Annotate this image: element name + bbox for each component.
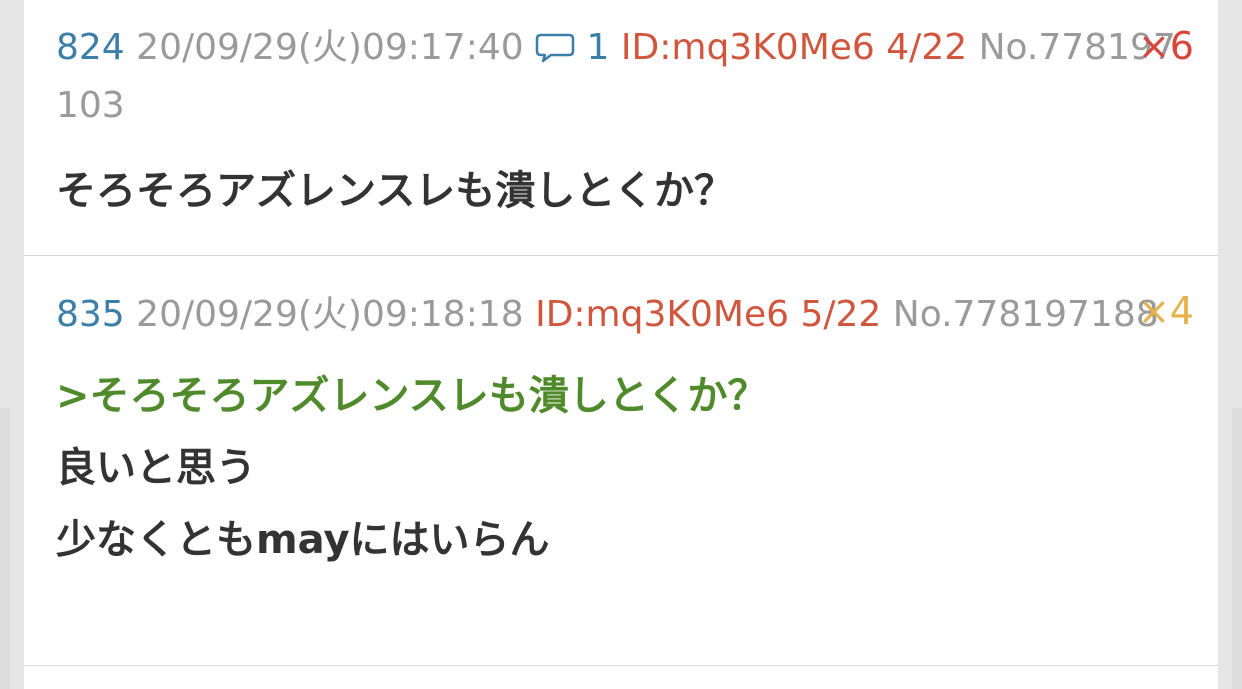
- post-datetime: 20/09/29(火)09:18:18: [136, 294, 524, 335]
- poster-id[interactable]: ID:mq3K0Me6: [621, 27, 875, 68]
- reply-count-link[interactable]: 1: [535, 27, 609, 68]
- post-datetime: 20/09/29(火)09:17:40: [136, 27, 524, 68]
- speech-bubble-icon: [535, 33, 575, 63]
- post-card: 835 20/09/29(火)09:18:18 ID:mq3K0Me6 5/22…: [24, 256, 1218, 666]
- post-body-line: 良いと思う: [56, 445, 256, 491]
- post-card-partial: [24, 666, 1218, 689]
- post-number[interactable]: 835: [56, 294, 125, 335]
- background-edge-right: [1232, 408, 1242, 689]
- post-meta: 835 20/09/29(火)09:18:18 ID:mq3K0Me6 5/22…: [56, 256, 1194, 344]
- post-card: 824 20/09/29(火)09:17:40 1 ID:mq3K0Me6 4/…: [24, 0, 1218, 256]
- poster-id[interactable]: ID:mq3K0Me6: [535, 294, 789, 335]
- delete-vote-badge[interactable]: ×4: [1138, 282, 1194, 340]
- post-body: >そろそろアズレンスレも潰しとくか？ 良いと思う 少なくともmayにはいらん: [56, 360, 1178, 576]
- post-body: そろそろアズレンスレも潰しとくか？: [56, 155, 1178, 227]
- thread-view: 824 20/09/29(火)09:17:40 1 ID:mq3K0Me6 4/…: [0, 0, 1242, 689]
- delete-vote-badge[interactable]: ×6: [1138, 17, 1194, 75]
- poster-id-count: 5/22: [800, 294, 882, 335]
- post-body-line: 少なくともmayにはいらん: [56, 517, 550, 563]
- post-no[interactable]: No.778197188: [893, 294, 1159, 335]
- quote-line[interactable]: >そろそろアズレンスレも潰しとくか？: [56, 360, 1178, 432]
- post-meta: 824 20/09/29(火)09:17:40 1 ID:mq3K0Me6 4/…: [56, 0, 1194, 135]
- poster-id-count: 4/22: [886, 27, 968, 68]
- reply-count: 1: [586, 27, 610, 68]
- post-body-line: そろそろアズレンスレも潰しとくか？: [56, 168, 734, 214]
- post-number[interactable]: 824: [56, 27, 125, 68]
- background-edge-left: [0, 408, 10, 689]
